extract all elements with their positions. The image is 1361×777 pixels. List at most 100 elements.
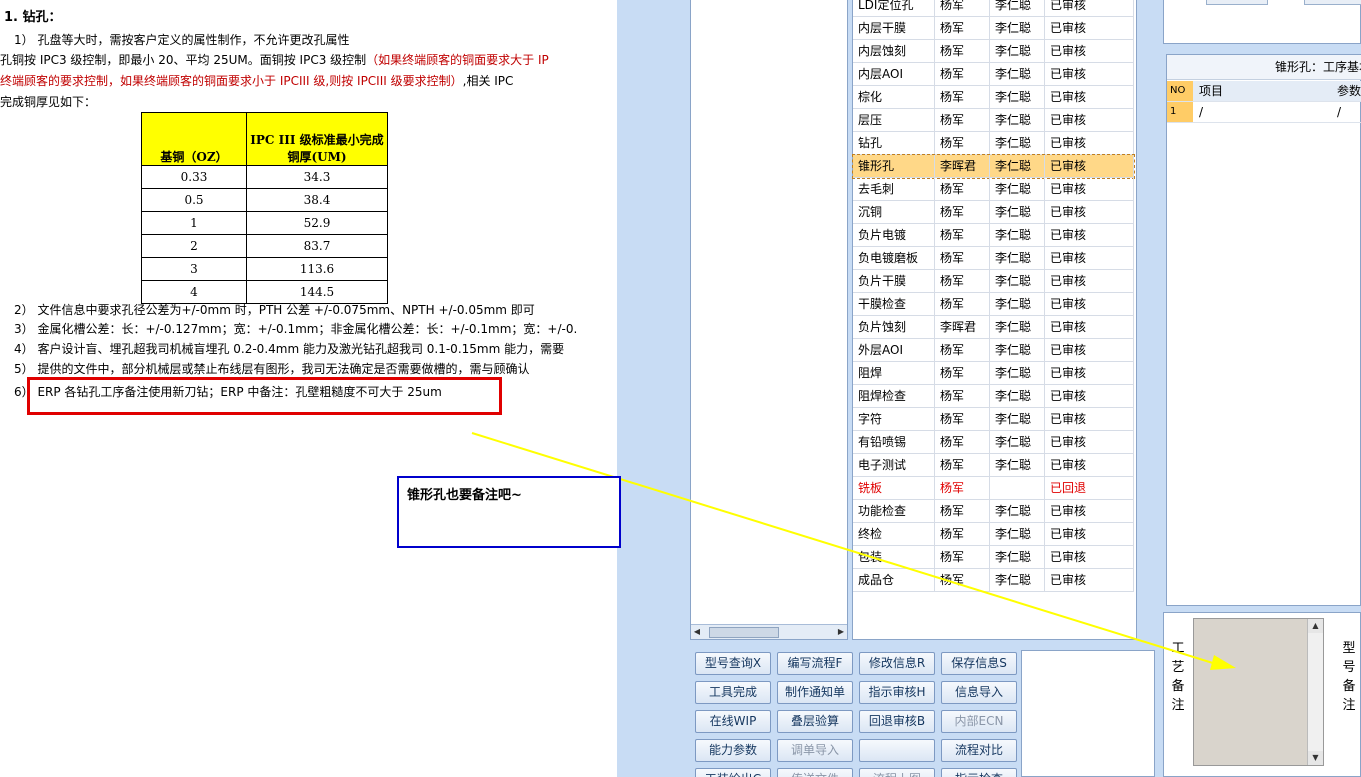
table-row[interactable]: 负片蚀刻 李晖君 李仁聪 已审核 xyxy=(853,316,1134,339)
blank-button[interactable] xyxy=(859,739,935,762)
status-cell: 已审核 xyxy=(1045,86,1134,109)
scroll-down-icon[interactable]: ▼ xyxy=(1308,751,1323,765)
process-cell: 层压 xyxy=(853,109,935,132)
process-cell: 外层AOI xyxy=(853,339,935,362)
reviewer-cell: 李仁聪 xyxy=(990,63,1045,86)
table-cell: 34.3 xyxy=(246,165,388,189)
reviewer-cell: 李仁聪 xyxy=(990,201,1045,224)
doc-item-2: 2） 文件信息中要求孔径公差为+/-0mm 时，PTH 公差 +/-0.075m… xyxy=(14,303,535,317)
status-cell: 已审核 xyxy=(1045,0,1134,17)
doc-line-customer: 终端顾客的要求控制，如果终端顾客的铜面要求小于 IPCIII 级,则按 IPCI… xyxy=(0,74,514,88)
single-import-button[interactable]: 调单导入 xyxy=(777,739,853,762)
table-row[interactable]: 阻焊检查 杨军 李仁聪 已审核 xyxy=(853,385,1134,408)
horizontal-scrollbar[interactable]: ◀ ▶ xyxy=(691,624,847,639)
maker-cell: 杨军 xyxy=(935,500,990,523)
status-cell: 已审核 xyxy=(1045,362,1134,385)
table-row[interactable]: 成品仓 杨军 李仁聪 已审核 xyxy=(853,569,1134,592)
table-cell: 0.33 xyxy=(141,165,247,189)
table-row[interactable]: 沉铜 杨军 李仁聪 已审核 xyxy=(853,201,1134,224)
table-row[interactable]: 电子测试 杨军 李仁聪 已审核 xyxy=(853,454,1134,477)
modify-info-button[interactable]: 修改信息R xyxy=(859,652,935,675)
reviewer-cell xyxy=(990,477,1045,500)
status-cell: 已审核 xyxy=(1045,523,1134,546)
process-cell: 沉铜 xyxy=(853,201,935,224)
table-cell: 0.5 xyxy=(141,188,247,212)
table-row[interactable]: 锥形孔 李晖君 李仁聪 已审核 xyxy=(852,154,1135,179)
process-cell: LDI定位孔 xyxy=(853,0,935,17)
assign-review-button[interactable]: 指示审核H xyxy=(859,681,935,704)
reviewer-cell: 李仁聪 xyxy=(990,178,1045,201)
make-notice-button[interactable]: 制作通知单 xyxy=(777,681,853,704)
table-row[interactable]: 负片干膜 杨军 李仁聪 已审核 xyxy=(853,270,1134,293)
table-row[interactable]: 棕化 杨军 李仁聪 已审核 xyxy=(853,86,1134,109)
table-row[interactable]: 内层蚀刻 杨军 李仁聪 已审核 xyxy=(853,40,1134,63)
table-row[interactable]: LDI定位孔 杨军 李仁聪 已审核 xyxy=(853,0,1134,17)
table-row[interactable]: 终检 杨军 李仁聪 已审核 xyxy=(853,523,1134,546)
reviewer-cell: 李仁聪 xyxy=(990,109,1045,132)
status-cell: 已审核 xyxy=(1045,178,1134,201)
reviewer-cell: 李仁聪 xyxy=(990,132,1045,155)
status-cell: 已审核 xyxy=(1045,339,1134,362)
header-no: NO xyxy=(1167,81,1193,101)
table-row[interactable]: 字符 杨军 李仁聪 已审核 xyxy=(853,408,1134,431)
table-row[interactable]: 钻孔 杨军 李仁聪 已审核 xyxy=(853,132,1134,155)
model-query-button[interactable]: 型号查询X xyxy=(695,652,771,675)
table-row[interactable]: 功能检查 杨军 李仁聪 已审核 xyxy=(853,500,1134,523)
message-area xyxy=(1021,650,1155,777)
scroll-thumb[interactable] xyxy=(709,627,779,638)
rollback-review-button[interactable]: 回退审核B xyxy=(859,710,935,733)
reviewer-cell: 李仁聪 xyxy=(990,454,1045,477)
top-button-stub[interactable] xyxy=(1206,0,1268,5)
stack-check-button[interactable]: 叠层验算 xyxy=(777,710,853,733)
table-row[interactable]: 包装 杨军 李仁聪 已审核 xyxy=(853,546,1134,569)
online-wip-button[interactable]: 在线WIP xyxy=(695,710,771,733)
copper-thickness-table: 基铜（OZ） IPC III 级标准最小完成铜厚(UM) 0.33 34.3 0.… xyxy=(141,112,388,304)
reviewer-cell: 李仁聪 xyxy=(990,569,1045,592)
table-row[interactable]: 内层AOI 杨军 李仁聪 已审核 xyxy=(853,63,1134,86)
instruction-check-button[interactable]: 指示检查 xyxy=(941,768,1017,777)
capability-params-button[interactable]: 能力参数 xyxy=(695,739,771,762)
import-info-button[interactable]: 信息导入 xyxy=(941,681,1017,704)
status-cell: 已审核 xyxy=(1045,63,1134,86)
table-row[interactable]: 1 / / xyxy=(1167,102,1361,123)
maker-cell: 杨军 xyxy=(935,86,990,109)
maker-cell: 杨军 xyxy=(935,178,990,201)
table-row[interactable]: 层压 杨军 李仁聪 已审核 xyxy=(853,109,1134,132)
save-info-button[interactable]: 保存信息S xyxy=(941,652,1017,675)
table-row[interactable]: 铣板 杨军 已回退 xyxy=(853,477,1134,500)
maker-cell: 杨军 xyxy=(935,408,990,431)
process-cell: 负片干膜 xyxy=(853,270,935,293)
table-cell: 3 xyxy=(141,257,247,281)
table-row[interactable]: 外层AOI 杨军 李仁聪 已审核 xyxy=(853,339,1134,362)
table-row[interactable]: 干膜检查 杨军 李仁聪 已审核 xyxy=(853,293,1134,316)
table-row[interactable]: 有铅喷锡 杨军 李仁聪 已审核 xyxy=(853,431,1134,454)
table-row[interactable]: 阻焊 杨军 李仁聪 已审核 xyxy=(853,362,1134,385)
process-cell: 成品仓 xyxy=(853,569,935,592)
table-row[interactable]: 去毛刺 杨军 李仁聪 已审核 xyxy=(853,178,1134,201)
scroll-left-icon[interactable]: ◀ xyxy=(691,625,703,639)
top-button-stub[interactable] xyxy=(1304,0,1361,5)
vertical-scrollbar[interactable]: ▲ ▼ xyxy=(1307,619,1323,765)
status-cell: 已审核 xyxy=(1045,109,1134,132)
reviewer-cell: 李仁聪 xyxy=(990,385,1045,408)
scroll-right-icon[interactable]: ▶ xyxy=(835,625,847,639)
flow-compare-button[interactable]: 流程对比 xyxy=(941,739,1017,762)
table-row[interactable]: 内层干膜 杨军 李仁聪 已审核 xyxy=(853,17,1134,40)
maker-cell: 李晖君 xyxy=(935,316,990,339)
send-file-button[interactable]: 传送文件 xyxy=(777,768,853,777)
flow-image-button[interactable]: 流程上图 xyxy=(859,768,935,777)
table-row[interactable]: 负电镀磨板 杨军 李仁聪 已审核 xyxy=(853,247,1134,270)
tool-done-button[interactable]: 工具完成 xyxy=(695,681,771,704)
reviewer-cell: 李仁聪 xyxy=(990,40,1045,63)
table-cell: 2 xyxy=(141,234,247,258)
table-row[interactable]: 负片电镀 杨军 李仁聪 已审核 xyxy=(853,224,1134,247)
tree-panel[interactable]: ◀ ▶ xyxy=(690,0,848,640)
table-cell: 52.9 xyxy=(246,211,388,235)
internal-ecn-button[interactable]: 内部ECN xyxy=(941,710,1017,733)
action-buttons: 型号查询X 编写流程F 修改信息R 保存信息S 工具完成 制作通知单 指示审核H… xyxy=(690,648,1020,777)
write-flow-button[interactable]: 编写流程F xyxy=(777,652,853,675)
process-cell: 内层干膜 xyxy=(853,17,935,40)
process-remark-textbox[interactable]: ▲ ▼ xyxy=(1193,618,1324,766)
scroll-up-icon[interactable]: ▲ xyxy=(1308,619,1323,633)
fixture-button[interactable]: 工装绘出C xyxy=(695,768,771,777)
